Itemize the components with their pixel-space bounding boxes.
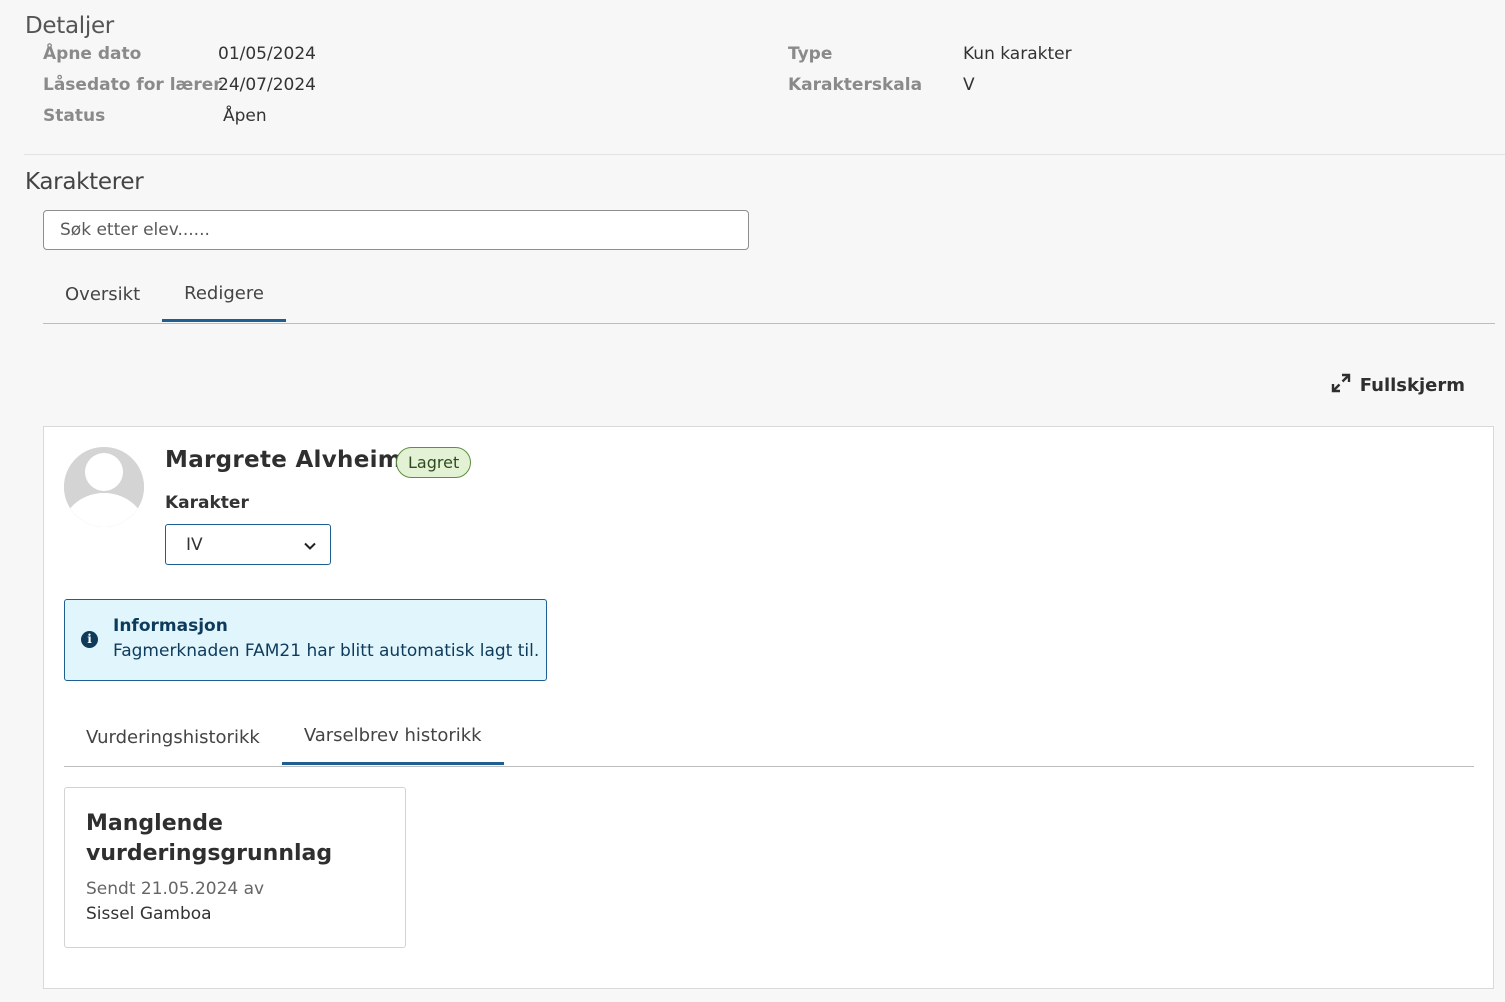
type-label: Type [788, 44, 833, 64]
type-value: Kun karakter [963, 44, 1072, 64]
history-tabs: Vurderingshistorikk Varselbrev historikk [64, 709, 504, 765]
student-card: Margrete Alvheim Lagret Karakter IV i In… [43, 426, 1494, 989]
user-icon [64, 447, 144, 527]
fullscreen-button[interactable]: Fullskjerm [1331, 373, 1465, 398]
fullscreen-label: Fullskjerm [1359, 375, 1465, 396]
info-alert: i Informasjon Fagmerknaden FAM21 har bli… [64, 599, 547, 681]
history-tabs-underline [64, 766, 1474, 767]
section-divider [24, 154, 1505, 155]
open-date-label: Åpne dato [43, 44, 142, 64]
letter-author: Sissel Gamboa [86, 904, 212, 924]
letter-title: Manglende vurderingsgrunnlag [86, 811, 333, 866]
warning-letter-card[interactable]: Manglende vurderingsgrunnlag Sendt 21.05… [64, 787, 406, 948]
grade-scale-value: V [963, 75, 975, 95]
grade-scale-label: Karakterskala [788, 75, 923, 95]
details-heading: Detaljer [25, 13, 114, 39]
student-search-input[interactable] [43, 210, 749, 250]
info-icon: i [81, 631, 98, 648]
info-title: Informasjon [113, 616, 228, 636]
tab-assessment-history[interactable]: Vurderingshistorikk [64, 709, 282, 765]
grade-label: Karakter [165, 493, 249, 513]
grade-select[interactable]: IV [165, 524, 331, 565]
tab-overview[interactable]: Oversikt [43, 267, 162, 322]
tab-edit[interactable]: Redigere [162, 267, 286, 322]
avatar [64, 447, 144, 527]
chevron-down-icon [304, 535, 316, 555]
letter-sent-info: Sendt 21.05.2024 av [86, 879, 265, 899]
status-label: Status [43, 106, 106, 126]
open-date-value: 01/05/2024 [218, 44, 316, 64]
lock-date-value: 24/07/2024 [218, 75, 316, 95]
lock-date-label: Låsedato for lærer [43, 75, 222, 95]
student-name: Margrete Alvheim [165, 447, 403, 473]
status-badge: Lagret [396, 447, 472, 478]
view-tabs: Oversikt Redigere [43, 267, 286, 322]
info-text: Fagmerknaden FAM21 har blitt automatisk … [113, 641, 540, 661]
grades-heading: Karakterer [25, 169, 144, 195]
status-value: Åpen [223, 106, 267, 126]
tabs-underline [43, 323, 1495, 324]
tab-warning-letter-history[interactable]: Varselbrev historikk [281, 709, 504, 765]
grade-select-value: IV [186, 534, 203, 555]
expand-icon [1331, 373, 1351, 398]
